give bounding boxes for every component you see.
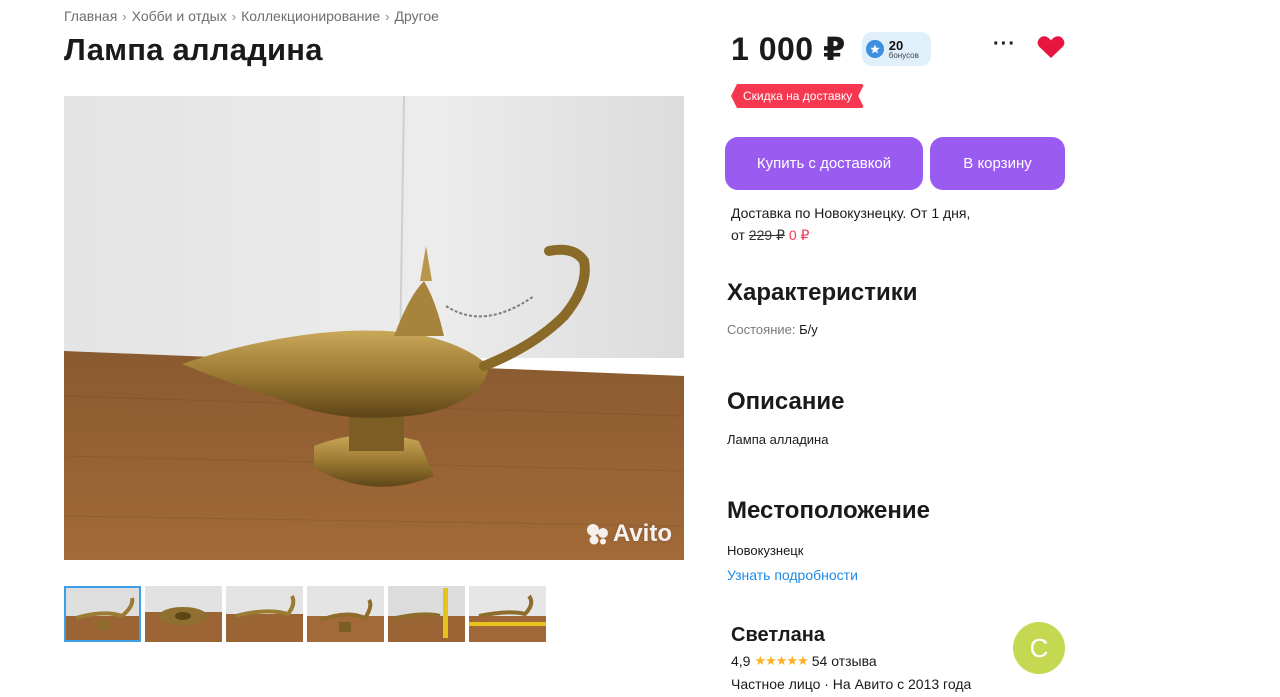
condition-row: Состояние: Б/у	[727, 322, 818, 337]
delivery-old-price: 229 ₽	[748, 227, 785, 243]
breadcrumb-separator: ›	[231, 8, 237, 24]
seller-name[interactable]: Светлана	[731, 624, 825, 647]
condition-label: Состояние:	[727, 322, 796, 337]
bonus-badge[interactable]: 20 бонусов	[861, 32, 931, 66]
thumbnail-2[interactable]	[145, 586, 222, 642]
thumbnail-strip	[64, 586, 546, 642]
breadcrumb-separator: ›	[385, 8, 390, 24]
breadcrumb-home[interactable]: Главная	[64, 8, 117, 24]
seller-rating[interactable]: 4,9 ★★★★★ 54 отзыва	[731, 653, 877, 669]
watermark-text: Avito	[612, 520, 672, 547]
breadcrumb-collecting[interactable]: Коллекционирование	[241, 8, 380, 24]
avito-logo-icon	[586, 524, 608, 545]
more-options-button[interactable]: ···	[993, 33, 1016, 56]
reviews-count: 54 отзыва	[811, 653, 877, 669]
thumbnail-6[interactable]	[469, 586, 546, 642]
location-city: Новокузнецк	[727, 543, 804, 558]
page-title: Лампа алладина	[64, 32, 323, 67]
delivery-line: Доставка по Новокузнецку. От 1 дня,	[731, 205, 971, 221]
location-details-link[interactable]: Узнать подробности	[727, 567, 858, 583]
heart-icon[interactable]	[1037, 35, 1065, 59]
discount-badge: Скидка на доставку	[731, 84, 864, 108]
characteristics-title: Характеристики	[727, 279, 918, 306]
description-title: Описание	[727, 388, 845, 415]
thumbnail-1[interactable]	[64, 586, 141, 642]
delivery-info: Доставка по Новокузнецку. От 1 дня, от 2…	[731, 202, 970, 246]
rating-value: 4,9	[731, 653, 751, 669]
thumbnail-4[interactable]	[307, 586, 384, 642]
delivery-new-price: 0 ₽	[788, 227, 810, 243]
bonus-amount: 20	[888, 37, 904, 53]
main-photo[interactable]: Avito	[64, 96, 684, 560]
bonus-coin-icon	[865, 40, 884, 58]
seller-info: Частное лицо · На Авито с 2013 года	[731, 676, 972, 692]
breadcrumb-separator: ›	[122, 8, 127, 24]
lamp-photo	[64, 96, 684, 560]
delivery-from-label: от	[731, 227, 745, 243]
add-to-cart-button[interactable]: В корзину	[930, 137, 1065, 190]
bonus-label: бонусов	[888, 50, 919, 60]
description-text: Лампа алладина	[727, 432, 829, 447]
price-row: 1 000 ₽ 20 бонусов	[731, 30, 931, 68]
thumbnail-3[interactable]	[226, 586, 303, 642]
rating-stars-icon: ★★★★★	[754, 653, 808, 668]
location-title: Местоположение	[727, 497, 930, 524]
buy-with-delivery-button[interactable]: Купить с доставкой	[725, 137, 923, 190]
breadcrumb: Главная › Хобби и отдых › Коллекциониров…	[64, 8, 439, 24]
breadcrumb-other[interactable]: Другое	[394, 8, 438, 24]
price: 1 000 ₽	[731, 31, 846, 67]
condition-value: Б/у	[799, 322, 818, 337]
avatar[interactable]: С	[1013, 622, 1065, 674]
breadcrumb-hobby[interactable]: Хобби и отдых	[132, 8, 227, 24]
thumbnail-5[interactable]	[388, 586, 465, 642]
watermark: Avito	[586, 520, 672, 548]
